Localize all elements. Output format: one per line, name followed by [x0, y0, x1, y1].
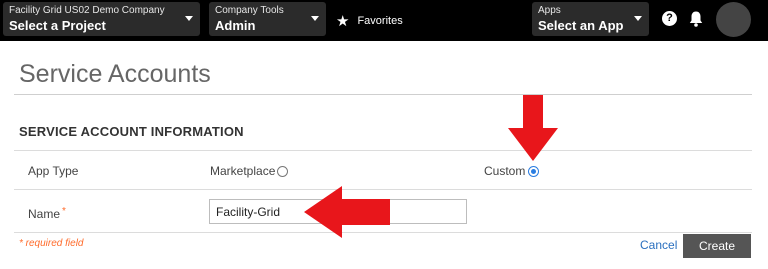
bell-icon[interactable] [688, 10, 704, 28]
section-divider [14, 150, 752, 151]
company-tools-selector[interactable]: Company Tools Admin [209, 2, 326, 36]
favorites-label: Favorites [357, 15, 403, 27]
chevron-down-icon [634, 16, 642, 21]
title-divider [14, 94, 752, 95]
favorites-link[interactable]: ★ Favorites [336, 12, 403, 30]
apps-selector-value: Select an App [538, 18, 624, 33]
section-title: SERVICE ACCOUNT INFORMATION [19, 124, 244, 139]
apps-label: Apps [538, 5, 561, 16]
app-type-label: App Type [28, 164, 79, 178]
project-selector[interactable]: Facility Grid US02 Demo Company Select a… [3, 2, 200, 36]
arrow-left-icon [304, 186, 390, 238]
chevron-down-icon [185, 16, 193, 21]
help-icon[interactable]: ? [662, 11, 677, 26]
star-icon: ★ [336, 13, 350, 30]
marketplace-option-label[interactable]: Marketplace [210, 164, 275, 178]
arrow-down-icon [508, 95, 558, 161]
top-navigation-bar: Facility Grid US02 Demo Company Select a… [0, 0, 768, 41]
project-selector-value: Select a Project [9, 18, 106, 33]
custom-option-label[interactable]: Custom [484, 164, 525, 178]
name-label-text: Name [28, 207, 61, 221]
create-button[interactable]: Create [683, 234, 751, 258]
required-asterisk: * [62, 206, 66, 217]
custom-radio[interactable] [528, 166, 539, 177]
name-field-label: Name * [28, 206, 66, 221]
company-tools-value: Admin [215, 18, 256, 33]
project-company-label: Facility Grid US02 Demo Company [9, 5, 165, 16]
avatar[interactable] [716, 2, 751, 37]
required-field-note: * required field [19, 238, 84, 249]
company-tools-label: Company Tools [215, 5, 284, 16]
apps-selector[interactable]: Apps Select an App [532, 2, 649, 36]
cancel-button[interactable]: Cancel [640, 238, 677, 252]
chevron-down-icon [311, 16, 319, 21]
page-title: Service Accounts [19, 60, 211, 88]
marketplace-radio[interactable] [277, 166, 288, 177]
